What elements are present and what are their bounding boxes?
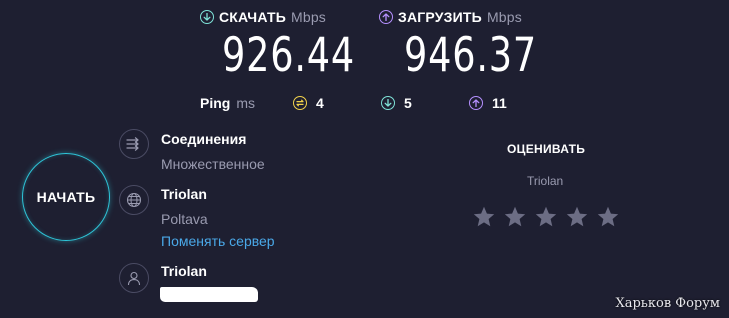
- ping-idle: 4: [293, 95, 324, 111]
- forum-watermark: Харьков Форум: [615, 296, 720, 311]
- download-arrow-icon: [200, 10, 214, 24]
- ping-upload-value: 11: [492, 95, 507, 111]
- connections-icon: [119, 129, 149, 159]
- upload-unit: Mbps: [486, 9, 522, 25]
- ping-header: Ping ms: [200, 95, 255, 111]
- upload-arrow-icon: [379, 10, 393, 24]
- connections-mode: Множественное: [161, 156, 265, 172]
- connections-title: Соединения: [161, 131, 247, 147]
- star-icon-4[interactable]: [565, 205, 589, 229]
- star-icon-1[interactable]: [472, 205, 496, 229]
- upload-header: ЗАГРУЗИТЬ Mbps: [379, 9, 522, 25]
- speedtest-result-panel: СКАЧАТЬ Mbps ЗАГРУЗИТЬ Mbps 926.44 946.3…: [0, 0, 729, 318]
- ping-download: 5: [381, 95, 412, 111]
- server-location: Poltava: [161, 211, 208, 227]
- download-header: СКАЧАТЬ Mbps: [200, 9, 326, 25]
- rating-stars: [472, 205, 620, 229]
- download-unit: Mbps: [290, 9, 327, 25]
- rate-provider: Triolan: [527, 174, 564, 188]
- server-name: Triolan: [161, 186, 207, 202]
- star-icon-5[interactable]: [596, 205, 620, 229]
- star-icon-2[interactable]: [503, 205, 527, 229]
- change-server-link[interactable]: Поменять сервер: [161, 233, 275, 249]
- user-icon: [119, 263, 149, 293]
- rate-title: ОЦЕНИВАТЬ: [507, 142, 586, 156]
- redacted-ip-block: [160, 287, 258, 302]
- start-button[interactable]: НАЧАТЬ: [22, 153, 110, 241]
- ping-unit: ms: [236, 95, 256, 111]
- download-label: СКАЧАТЬ: [219, 9, 286, 25]
- upload-label: ЗАГРУЗИТЬ: [398, 9, 482, 25]
- star-icon-3[interactable]: [534, 205, 558, 229]
- ping-idle-value: 4: [316, 95, 324, 111]
- ping-upload: 11: [469, 95, 507, 111]
- download-speed-value: 926.44: [222, 28, 355, 83]
- idle-latency-icon: [293, 96, 307, 110]
- provider-name: Triolan: [161, 263, 207, 279]
- upload-speed-value: 946.37: [404, 28, 537, 83]
- ping-download-value: 5: [404, 95, 412, 111]
- ping-label: Ping: [200, 95, 231, 111]
- globe-icon: [119, 185, 149, 215]
- upload-latency-icon: [469, 96, 483, 110]
- download-latency-icon: [381, 96, 395, 110]
